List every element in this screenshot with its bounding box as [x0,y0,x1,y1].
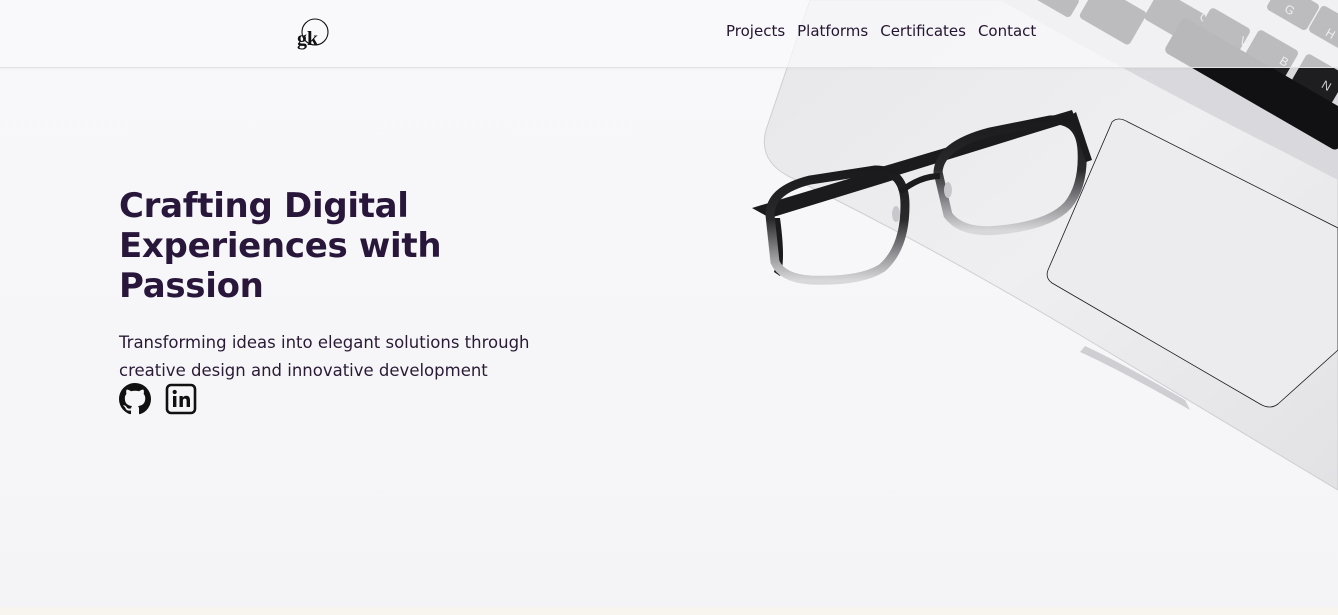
nav-link-certificates[interactable]: Certificates [880,22,966,40]
github-icon[interactable] [119,383,151,415]
hero-subtitle: Transforming ideas into elegant solution… [119,333,530,380]
hero-title-line: Crafting Digital [119,186,409,226]
hero-title: Crafting Digital Experiences with Passio… [119,186,539,306]
social-links [119,383,197,415]
nav-link-platforms[interactable]: Platforms [797,22,868,40]
logo-text: gk [297,28,319,50]
site-header: gk Projects Platforms Certificates Conta… [0,0,1338,68]
main-nav: Projects Platforms Certificates Contact [726,22,1036,40]
linkedin-icon[interactable] [165,383,197,415]
footer-strip [0,607,1338,615]
nav-link-projects[interactable]: Projects [726,22,785,40]
logo-icon[interactable]: gk [294,14,332,52]
page: C V B N G H [0,0,1338,615]
hero-title-line: Passion [119,266,264,306]
nav-link-contact[interactable]: Contact [978,22,1036,40]
hero-title-line: Experiences with [119,226,442,266]
hero-image: C V B N G H [752,0,1338,491]
